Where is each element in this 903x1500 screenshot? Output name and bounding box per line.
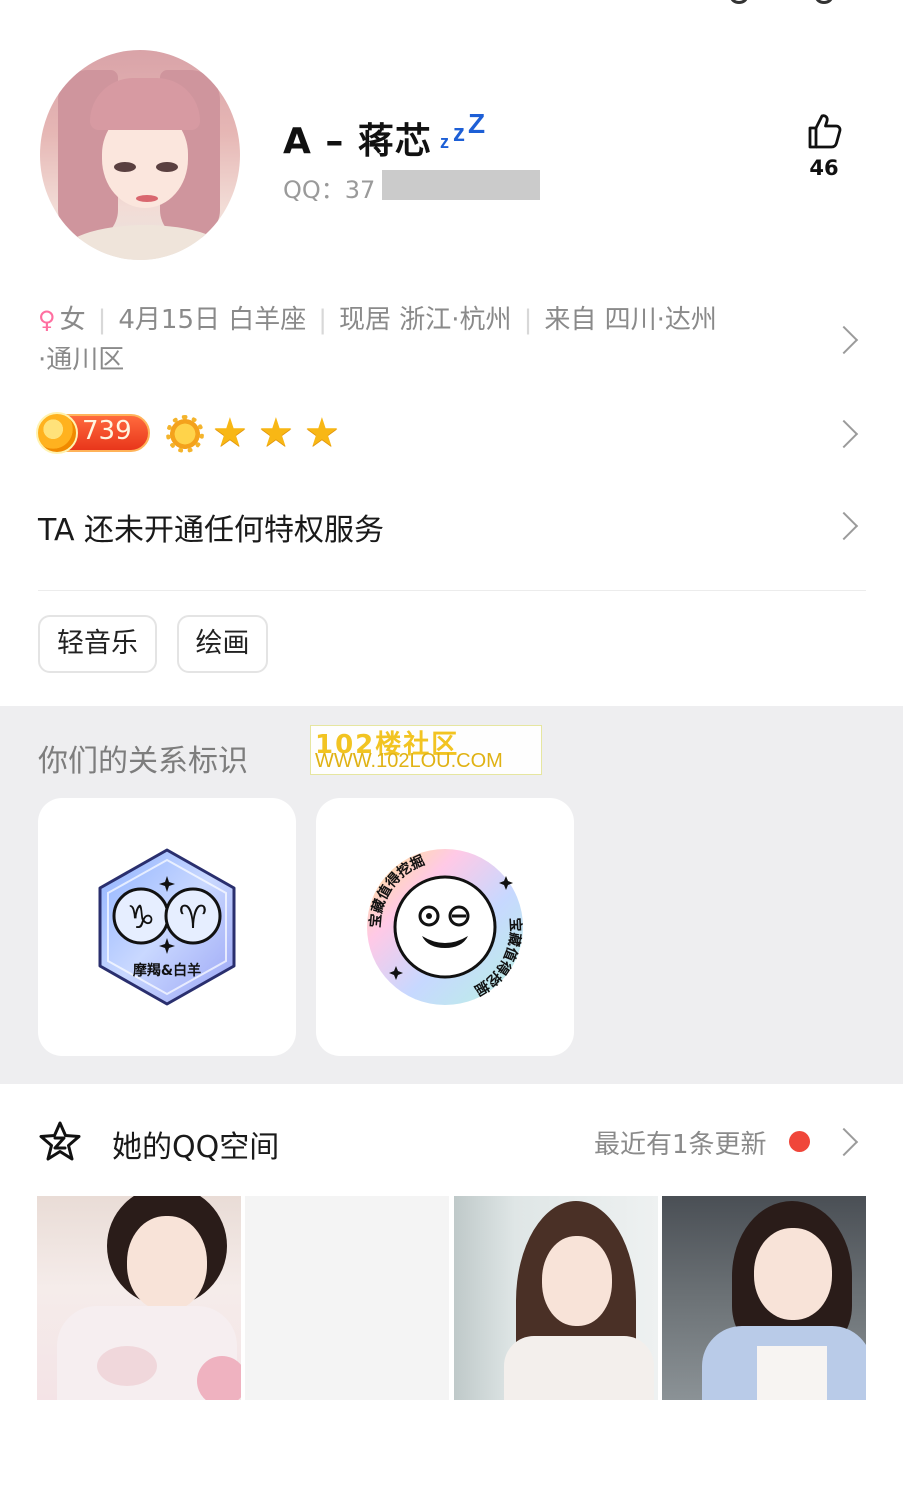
- section-divider: [38, 590, 866, 591]
- hometown: 来自 四川·达州: [544, 305, 717, 335]
- chevron-right-icon[interactable]: [834, 420, 852, 450]
- qzone-title[interactable]: 她的QQ空间: [112, 1122, 279, 1166]
- relationship-title: 你们的关系标识: [38, 744, 248, 779]
- relationship-badge-card[interactable]: ♑ ♈ 摩羯&白羊: [38, 798, 296, 1056]
- star-icon: ★: [258, 410, 294, 456]
- female-icon: ♀: [38, 306, 56, 334]
- update-dot: [789, 1131, 810, 1152]
- star-icon: ★: [212, 410, 248, 456]
- gender: 女: [59, 305, 86, 335]
- avatar-lips: [136, 195, 158, 202]
- qq-number-redaction: [382, 170, 540, 200]
- nickname: A – 蒋芯: [283, 121, 432, 162]
- interest-tag[interactable]: 绘画: [177, 615, 268, 673]
- interest-tag[interactable]: 轻音乐: [38, 615, 157, 673]
- level-coin-icon: [36, 412, 78, 454]
- qzone-photo[interactable]: [662, 1196, 866, 1400]
- sleep-zzz-icon: z z Z: [440, 108, 486, 152]
- residence: 现居 浙江·杭州: [339, 305, 512, 335]
- capricorn-symbol: ♑: [127, 898, 156, 936]
- like-count: 46: [809, 156, 839, 180]
- level-number: 739: [82, 416, 132, 446]
- qzone-photo[interactable]: [245, 1196, 449, 1400]
- divider: |: [318, 305, 328, 335]
- site-watermark: 102楼社区 WWW.102LOU.COM: [310, 725, 542, 775]
- avatar[interactable]: [40, 50, 240, 260]
- aries-symbol: ♈: [179, 898, 208, 936]
- relationship-badge-card[interactable]: 宝藏值得挖掘 宝藏值得挖掘: [316, 798, 574, 1056]
- privilege-status[interactable]: TA 还未开通任何特权服务: [38, 505, 384, 549]
- birthday: 4月15日 白羊座: [118, 305, 307, 335]
- status-icon: [730, 0, 748, 4]
- thumbs-up-icon: [808, 114, 842, 149]
- status-bar-remnant: [0, 0, 903, 8]
- qq-number: QQ：37: [283, 176, 376, 204]
- divider: |: [523, 305, 533, 335]
- qzone-photo[interactable]: [37, 1196, 241, 1400]
- chevron-right-icon[interactable]: [834, 326, 852, 356]
- qzone-star-icon: [39, 1121, 81, 1161]
- hometown-district: ·通川区: [38, 345, 125, 375]
- divider: |: [97, 305, 107, 335]
- like-button[interactable]: 46: [800, 112, 848, 202]
- zodiac-badge-icon: ♑ ♈ 摩羯&白羊: [98, 848, 236, 1006]
- watermark-line2: WWW.102LOU.COM: [315, 750, 503, 772]
- treasure-badge-icon: 宝藏值得挖掘 宝藏值得挖掘: [367, 849, 524, 1005]
- sun-icon: [166, 415, 204, 453]
- qzone-update-text[interactable]: 最近有1条更新: [594, 1124, 767, 1161]
- qzone-photo[interactable]: [454, 1196, 658, 1400]
- star-icon: ★: [304, 410, 340, 456]
- avatar-eye: [156, 162, 178, 172]
- chevron-right-icon[interactable]: [834, 512, 852, 542]
- status-icon: [815, 0, 833, 4]
- zodiac-badge-label: 摩羯&白羊: [133, 962, 201, 979]
- chevron-right-icon[interactable]: [834, 1128, 852, 1158]
- avatar-eye: [114, 162, 136, 172]
- profile-info-row[interactable]: ♀ 女 | 4月15日 白羊座 | 现居 浙江·杭州 | 来自 四川·达州 ·通川区: [38, 300, 818, 380]
